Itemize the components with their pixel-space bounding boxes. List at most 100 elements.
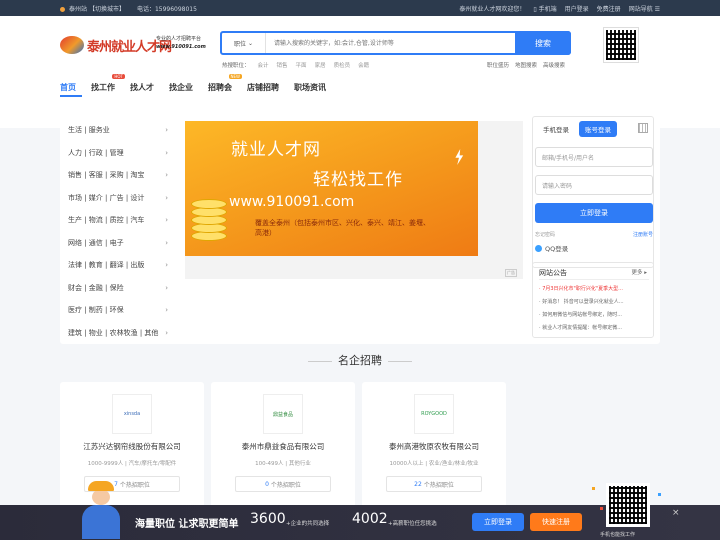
company-card[interactable]: 鼎益食品 泰州市鼎益食品有限公司 100-499人 | 其他行业 0 个热招职位 xyxy=(211,382,355,512)
user-login-link[interactable]: 用户登录 xyxy=(565,4,589,13)
footer-login-button[interactable]: 立即登录 xyxy=(472,513,524,531)
top-bar: 泰州站 【切换城市】 电话：15996098015 泰州就业人才网欢迎您！ ▯ … xyxy=(0,0,720,16)
chevron-right-icon: › xyxy=(165,306,168,315)
section-title: 名企招聘 xyxy=(0,352,720,368)
company-meta: 10000人以上 | 农业/渔业/林业/牧业 xyxy=(389,461,479,467)
hot-keyword[interactable]: 质检员 xyxy=(334,61,351,69)
nav-find-talent[interactable]: 找人才 xyxy=(130,82,154,96)
hot-keyword[interactable]: 会籍 xyxy=(358,61,369,69)
category-item[interactable]: 生产 | 物流 | 质控 | 汽车 › xyxy=(68,209,168,232)
search-input[interactable] xyxy=(266,33,515,53)
banner-url: www.910091.com xyxy=(229,194,355,210)
main-panel: 生活 | 服务业 › 人力 | 行政 | 管理 › 销售 | 客服 | 采购 | 淘… xyxy=(60,112,660,344)
company-count-label: +企业的共同选择 xyxy=(286,521,330,527)
company-name: 江苏兴达钢帘线股份有限公司 xyxy=(83,442,181,451)
password-field[interactable]: 请输入密码 xyxy=(535,175,653,195)
category-item[interactable]: 网络 | 通信 | 电子 › xyxy=(68,232,168,255)
search-category-select[interactable]: 职位 ⌄ xyxy=(222,33,266,53)
forgot-password-link[interactable]: 忘记密码 xyxy=(535,231,555,238)
confetti-icon xyxy=(658,493,661,496)
footer-qr-code xyxy=(606,483,650,527)
tab-mobile-login[interactable]: 手机登录 xyxy=(537,121,575,137)
location-pin-icon xyxy=(60,6,65,12)
footer-qr-text: 手机也能找工作 xyxy=(600,532,636,538)
hot-searches: 热搜职位： 会计 销售 平面 家居 质检员 会籍 xyxy=(222,61,370,69)
notice-more-link[interactable]: 更多 ▸ xyxy=(631,268,647,276)
company-count: 3600 xyxy=(250,511,286,527)
qr-code-icon xyxy=(606,30,636,60)
advanced-search-link[interactable]: 高级搜索 xyxy=(543,61,565,69)
chevron-right-icon: › xyxy=(165,216,168,225)
switch-city-link[interactable]: 【切换城市】 xyxy=(89,6,125,13)
nav-job-fair[interactable]: 招聘会 NEW xyxy=(208,74,242,96)
category-item[interactable]: 市场 | 媒介 | 广告 | 设计 › xyxy=(68,187,168,210)
register-link[interactable]: 注册账号 xyxy=(633,231,653,238)
category-item[interactable]: 财会 | 金融 | 保险 › xyxy=(68,277,168,300)
nav-find-job[interactable]: 找工作 HOT xyxy=(91,74,125,96)
city-station: 泰州站 【切换城市】 xyxy=(60,4,125,13)
footer-slogan: 海量职位 让求职更简单 xyxy=(135,519,239,530)
chevron-right-icon: › xyxy=(165,238,168,247)
company-logo: ROYGOOD xyxy=(414,394,454,434)
qq-icon xyxy=(535,244,542,252)
free-register-link[interactable]: 免费注册 xyxy=(597,4,621,13)
search-links: 职位盛历 地图搜索 高级搜索 xyxy=(487,61,565,69)
hot-badge: HOT xyxy=(112,74,125,79)
ad-label: 广告 xyxy=(505,269,517,277)
hot-keyword[interactable]: 家居 xyxy=(315,61,326,69)
coin-stack-icon xyxy=(191,183,229,243)
category-item[interactable]: 医疗 | 制药 | 环保 › xyxy=(68,299,168,322)
footer-register-button[interactable]: 快速注册 xyxy=(530,513,582,531)
notice-item[interactable]: · 好消息！ 抖音可以登录兴化就业人... xyxy=(539,298,649,311)
category-item[interactable]: 建筑 | 物业 | 农林牧渔 | 其他 › xyxy=(68,322,168,345)
banner-image: 就业人才网 轻松找工作 www.910091.com 覆盖全泰州（包括泰州市区、… xyxy=(185,121,478,256)
username-field[interactable]: 邮箱/手机号/用户名 xyxy=(535,147,653,167)
new-badge: NEW xyxy=(228,74,242,79)
nav-active-underline xyxy=(60,95,82,97)
resume-link[interactable]: 职位盛历 xyxy=(487,61,509,69)
mascot-illustration xyxy=(70,479,130,539)
site-nav-link[interactable]: 网站导航 ☰ xyxy=(629,4,660,13)
promo-banner[interactable]: 就业人才网 轻松找工作 www.910091.com 覆盖全泰州（包括泰州市区、… xyxy=(185,121,523,279)
hot-jobs-button[interactable]: 22 个热招职位 xyxy=(386,476,482,492)
chevron-right-icon: › xyxy=(165,171,168,180)
nav-career-news[interactable]: 职场资讯 xyxy=(294,82,326,96)
company-name: 泰州市鼎益食品有限公司 xyxy=(241,442,325,451)
phone-number: 电话：15996098015 xyxy=(136,5,197,13)
nav-shop-recruit[interactable]: 店铺招聘 xyxy=(247,82,279,96)
notice-panel: 网站公告 更多 ▸ · 7月3日兴化市"职行兴化"夏季大型... · 好消息！ … xyxy=(532,262,654,338)
notice-title: 网站公告 xyxy=(539,269,567,277)
hot-keyword[interactable]: 销售 xyxy=(277,61,288,69)
hot-keyword[interactable]: 平面 xyxy=(296,61,307,69)
hot-keyword[interactable]: 会计 xyxy=(258,61,269,69)
category-item[interactable]: 法律 | 教育 | 翻译 | 出版 › xyxy=(68,254,168,277)
category-item[interactable]: 生活 | 服务业 › xyxy=(68,119,168,142)
chevron-right-icon: › xyxy=(165,193,168,202)
qr-login-icon[interactable] xyxy=(638,123,648,133)
category-item[interactable]: 销售 | 客服 | 采购 | 淘宝 › xyxy=(68,164,168,187)
notice-item[interactable]: · 如何用微信与网站帐号绑定，随时... xyxy=(539,311,649,324)
category-item[interactable]: 人力 | 行政 | 管理 › xyxy=(68,142,168,165)
nav-find-company[interactable]: 找企业 xyxy=(169,82,193,96)
job-count-label: +高薪职位任您挑选 xyxy=(388,521,437,527)
hot-jobs-button[interactable]: 0 个热招职位 xyxy=(235,476,331,492)
welcome-text: 泰州就业人才网欢迎您！ xyxy=(459,5,526,13)
map-search-link[interactable]: 地图搜索 xyxy=(515,61,537,69)
company-name: 泰州高港牧原农牧有限公司 xyxy=(389,442,479,451)
chevron-right-icon: › xyxy=(165,283,168,292)
login-submit-button[interactable]: 立即登录 xyxy=(535,203,653,223)
company-meta: 100-499人 | 其他行业 xyxy=(255,461,311,467)
notice-item[interactable]: · 7月3日兴化市"职行兴化"夏季大型... xyxy=(539,285,649,298)
close-icon[interactable]: × xyxy=(672,508,680,518)
qq-login-link[interactable]: QQ登录 xyxy=(535,243,568,253)
banner-subheadline: 轻松找工作 xyxy=(313,170,403,190)
confetti-icon xyxy=(600,507,603,510)
search-button[interactable]: 搜索 xyxy=(515,31,571,55)
company-meta: 1000-9999人 | 汽车/摩托车/零配件 xyxy=(87,461,177,467)
company-card[interactable]: ROYGOOD 泰州高港牧原农牧有限公司 10000人以上 | 农业/渔业/林业… xyxy=(362,382,506,512)
banner-coverage: 覆盖全泰州（包括泰州市区、兴化、泰兴、靖江、姜堰、高港） xyxy=(255,219,430,237)
mobile-link[interactable]: ▯ 手机端 xyxy=(533,4,556,13)
notice-item[interactable]: · 就业人才网友情提醒：帐号绑定微... xyxy=(539,324,649,337)
nav-home[interactable]: 首页 xyxy=(60,82,76,96)
tab-account-login[interactable]: 账号登录 xyxy=(579,121,617,137)
